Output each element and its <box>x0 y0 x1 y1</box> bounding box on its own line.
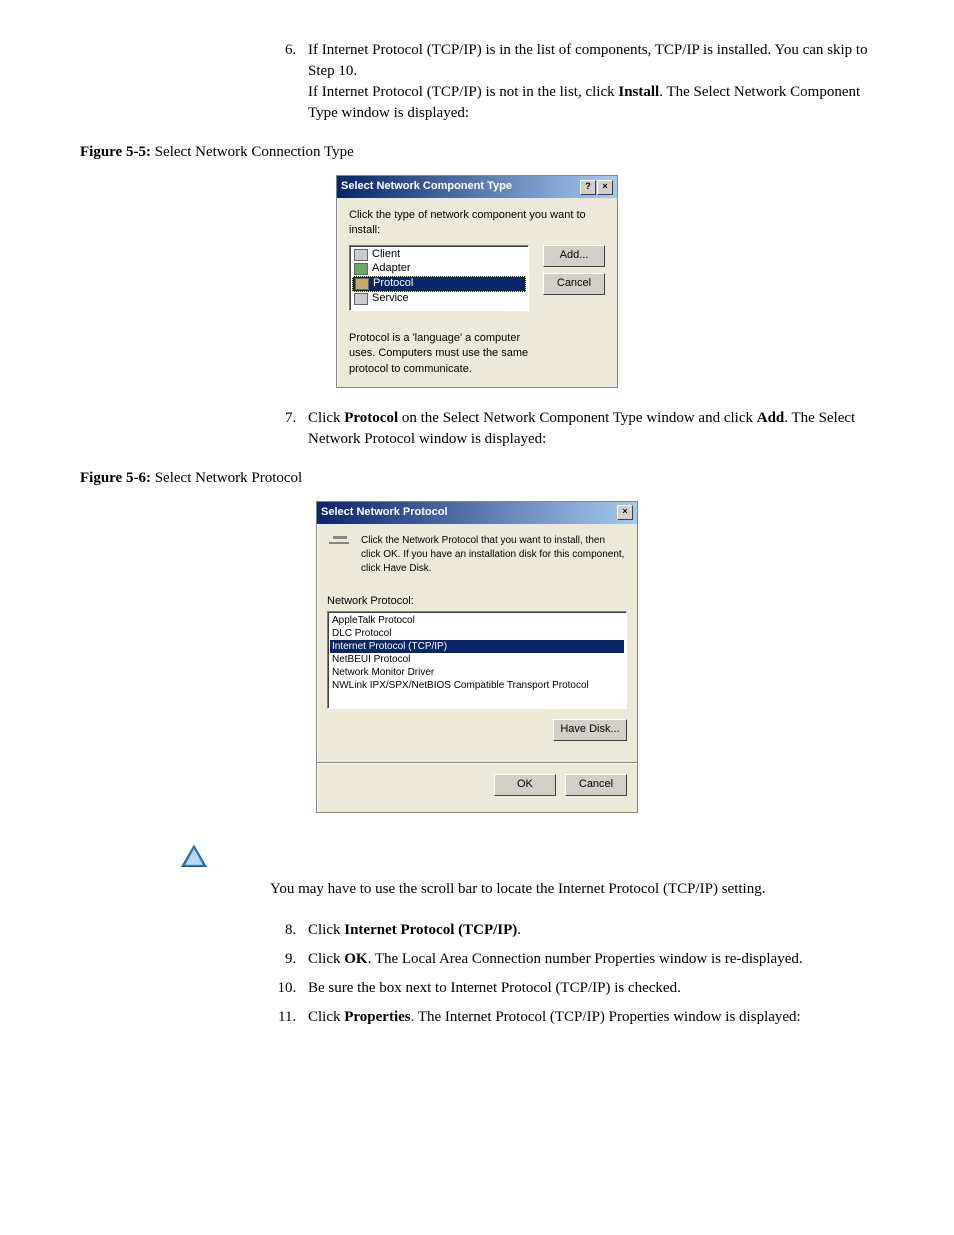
step-7-protocol-bold: Protocol <box>344 410 398 426</box>
have-disk-row: Have Disk... <box>327 719 627 747</box>
step-6-line1: If Internet Protocol (TCP/IP) is in the … <box>308 42 868 79</box>
steps-list-a: If Internet Protocol (TCP/IP) is in the … <box>80 40 874 124</box>
component-listbox[interactable]: Client Adapter Protocol Service <box>349 245 529 311</box>
list-item-protocol[interactable]: Protocol <box>352 276 526 292</box>
figure-5-6-caption: Select Network Protocol <box>155 470 302 486</box>
figure-5-6-label: Figure 5-6: <box>80 470 151 486</box>
step-11: Click Properties. The Internet Protocol … <box>300 1007 874 1028</box>
protocol-dialog-icon <box>327 534 351 554</box>
step-6-line2-pre: If Internet Protocol (TCP/IP) is not in … <box>308 84 618 100</box>
document-page: If Internet Protocol (TCP/IP) is in the … <box>80 40 874 1028</box>
steps-list-b: Click Protocol on the Select Network Com… <box>80 408 874 450</box>
client-icon <box>354 249 368 261</box>
help-button[interactable]: ? <box>580 180 596 195</box>
step-11-bold: Properties <box>344 1009 410 1025</box>
step-7-add-bold: Add <box>757 410 785 426</box>
list-item-adapter[interactable]: Adapter <box>352 262 526 276</box>
step-9-bold: OK <box>344 951 367 967</box>
dialog1-controls: ? × <box>580 180 613 195</box>
note-icon <box>180 843 208 869</box>
list-item-service[interactable]: Service <box>352 292 526 306</box>
proto-nwlink[interactable]: NWLink IPX/SPX/NetBIOS Compatible Transp… <box>330 679 624 692</box>
step-10: Be sure the box next to Internet Protoco… <box>300 978 874 999</box>
proto-dlc[interactable]: DLC Protocol <box>330 627 624 640</box>
close-button-2[interactable]: × <box>617 505 633 520</box>
step-6: If Internet Protocol (TCP/IP) is in the … <box>300 40 874 124</box>
cancel-button-2[interactable]: Cancel <box>565 774 627 796</box>
figure-5-5-caption: Select Network Connection Type <box>155 144 354 160</box>
step-6-install-bold: Install <box>618 84 659 100</box>
note-block: You may have to use the scroll bar to lo… <box>180 843 820 900</box>
figure-5-6-title: Figure 5-6: Select Network Protocol <box>80 468 874 489</box>
dialog1-titlebar: Select Network Component Type ? × <box>337 176 617 198</box>
dialog1-buttons: Add... Cancel <box>543 245 605 311</box>
dialog1-instruction: Click the type of network component you … <box>349 208 605 239</box>
adapter-icon <box>354 263 368 275</box>
dialog2-instruction: Click the Network Protocol that you want… <box>361 534 627 576</box>
proto-appletalk[interactable]: AppleTalk Protocol <box>330 614 624 627</box>
protocol-listbox[interactable]: AppleTalk Protocol DLC Protocol Internet… <box>327 611 627 709</box>
figure-5-5-title: Figure 5-5: Select Network Connection Ty… <box>80 142 874 163</box>
step-7: Click Protocol on the Select Network Com… <box>300 408 874 450</box>
close-button[interactable]: × <box>597 180 613 195</box>
dialog-component-type: Select Network Component Type ? × Click … <box>336 175 618 388</box>
dialog2-titlebar: Select Network Protocol × <box>317 502 637 524</box>
dialog1-title: Select Network Component Type <box>341 179 512 194</box>
proto-tcpip[interactable]: Internet Protocol (TCP/IP) <box>330 640 624 653</box>
step-8-bold: Internet Protocol (TCP/IP) <box>344 922 517 938</box>
figure-5-5-label: Figure 5-5: <box>80 144 151 160</box>
steps-list-c: Click Internet Protocol (TCP/IP). Click … <box>80 920 874 1028</box>
dialog1-body: Click the type of network component you … <box>337 198 617 387</box>
dialog2-body: Click the Network Protocol that you want… <box>317 524 637 812</box>
dialog1-description: Protocol is a 'language' a computer uses… <box>349 331 549 377</box>
proto-monitor[interactable]: Network Monitor Driver <box>330 666 624 679</box>
add-button[interactable]: Add... <box>543 245 605 267</box>
have-disk-button[interactable]: Have Disk... <box>553 719 627 741</box>
proto-netbeui[interactable]: NetBEUI Protocol <box>330 653 624 666</box>
dialog2-instruction-row: Click the Network Protocol that you want… <box>327 534 627 576</box>
protocol-list-label: Network Protocol: <box>327 594 627 609</box>
ok-button[interactable]: OK <box>494 774 556 796</box>
list-item-client[interactable]: Client <box>352 248 526 262</box>
dialog2-title: Select Network Protocol <box>321 505 448 520</box>
step-9: Click OK. The Local Area Connection numb… <box>300 949 874 970</box>
dialog2-footer: OK Cancel <box>317 763 637 812</box>
protocol-icon <box>355 278 369 290</box>
figure-5-6-wrap: Select Network Protocol × Click the Netw… <box>80 501 874 813</box>
dialog-network-protocol: Select Network Protocol × Click the Netw… <box>316 501 638 813</box>
step-8: Click Internet Protocol (TCP/IP). <box>300 920 874 941</box>
cancel-button[interactable]: Cancel <box>543 273 605 295</box>
note-text: You may have to use the scroll bar to lo… <box>270 879 820 900</box>
dialog2-controls: × <box>617 505 633 520</box>
figure-5-5-wrap: Select Network Component Type ? × Click … <box>80 175 874 388</box>
service-icon <box>354 293 368 305</box>
